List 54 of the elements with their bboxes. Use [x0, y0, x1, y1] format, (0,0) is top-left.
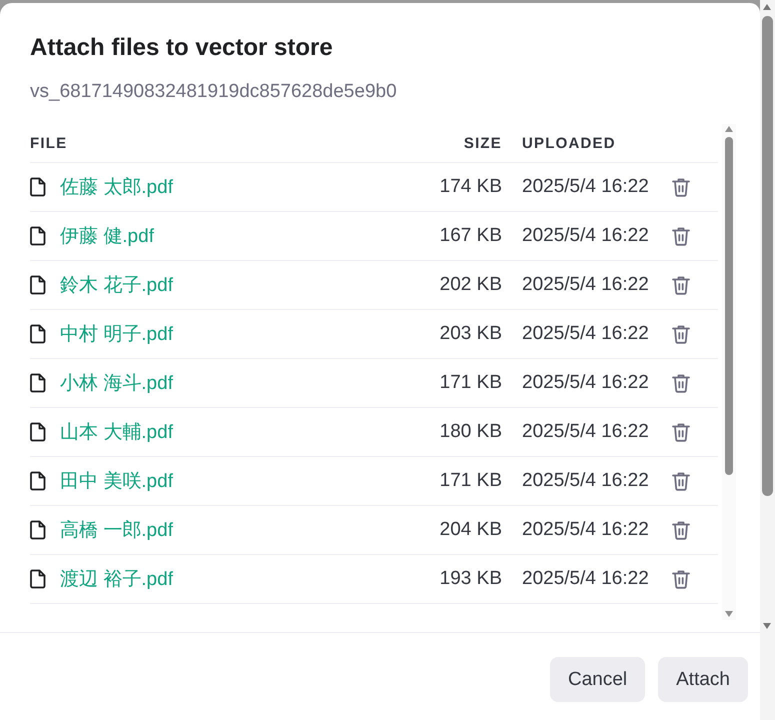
delete-icon[interactable] — [672, 324, 690, 344]
upload-date: 2025/5/4 16:22 — [522, 225, 650, 247]
file-link[interactable]: 高橋 一郎.pdf — [60, 517, 392, 543]
file-size: 171 KB — [438, 470, 502, 492]
file-size: 193 KB — [438, 568, 502, 590]
file-icon — [30, 177, 46, 197]
file-size: 203 KB — [438, 323, 502, 345]
file-size: 204 KB — [438, 519, 502, 541]
delete-icon[interactable] — [672, 471, 690, 491]
cancel-button[interactable]: Cancel — [550, 657, 646, 702]
file-icon — [30, 569, 46, 589]
delete-icon[interactable] — [672, 520, 690, 540]
upload-date: 2025/5/4 16:22 — [522, 568, 650, 590]
upload-date: 2025/5/4 16:22 — [522, 470, 650, 492]
file-icon — [30, 324, 46, 344]
file-size: 202 KB — [438, 274, 502, 296]
delete-icon[interactable] — [672, 275, 690, 295]
table-scrollbar[interactable] — [722, 124, 736, 620]
upload-date: 2025/5/4 16:22 — [522, 372, 650, 394]
file-link[interactable]: 田中 美咲.pdf — [60, 468, 392, 494]
column-header: FILE — [30, 135, 68, 154]
column-header: UPLOADED — [522, 135, 617, 154]
file-link[interactable]: 伊藤 健.pdf — [60, 223, 392, 249]
upload-date: 2025/5/4 16:22 — [522, 176, 650, 198]
column-header: SIZE — [462, 135, 502, 154]
file-link[interactable]: 渡辺 裕子.pdf — [60, 566, 392, 592]
file-size: 174 KB — [438, 176, 502, 198]
delete-icon[interactable] — [672, 177, 690, 197]
store-id: vs_68171490832481919dc857628de5e9b0 — [30, 80, 398, 104]
upload-date: 2025/5/4 16:22 — [522, 323, 650, 345]
file-icon — [30, 471, 46, 491]
delete-icon[interactable] — [672, 373, 690, 393]
file-size: 171 KB — [438, 372, 502, 394]
file-icon — [30, 226, 46, 246]
file-icon — [30, 422, 46, 442]
file-link[interactable]: 小林 海斗.pdf — [60, 370, 392, 396]
dialog-title: Attach files to vector store — [30, 34, 334, 62]
delete-icon[interactable] — [672, 569, 690, 589]
file-link[interactable]: 中村 明子.pdf — [60, 321, 392, 347]
page-scrollbar[interactable] — [760, 0, 775, 720]
attach-button[interactable]: Attach — [658, 657, 748, 702]
file-icon — [30, 275, 46, 295]
upload-date: 2025/5/4 16:22 — [522, 421, 650, 443]
upload-date: 2025/5/4 16:22 — [522, 274, 650, 296]
file-link[interactable]: 山本 大輔.pdf — [60, 419, 392, 445]
delete-icon[interactable] — [672, 226, 690, 246]
file-size: 180 KB — [438, 421, 502, 443]
file-link[interactable]: 鈴木 花子.pdf — [60, 272, 392, 298]
upload-date: 2025/5/4 16:22 — [522, 519, 650, 541]
file-icon — [30, 520, 46, 540]
file-link[interactable]: 佐藤 太郎.pdf — [60, 174, 392, 200]
file-icon — [30, 373, 46, 393]
delete-icon[interactable] — [672, 422, 690, 442]
file-size: 167 KB — [438, 225, 502, 247]
